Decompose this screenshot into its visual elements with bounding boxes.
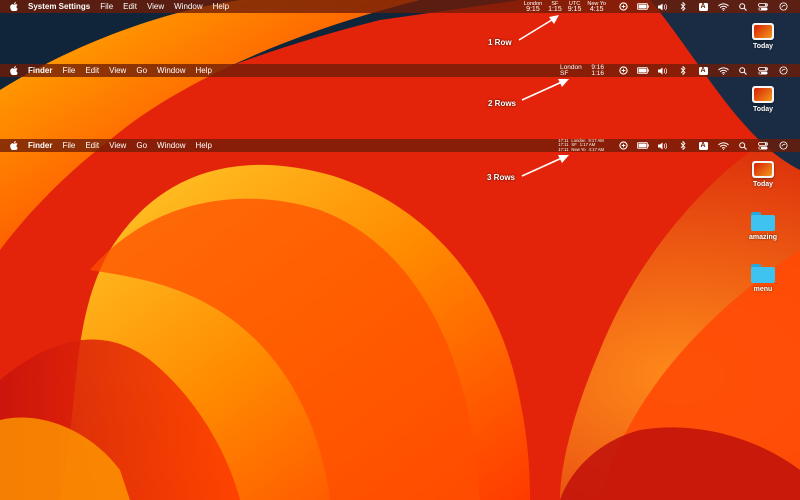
menu-bar-one-row: System Settings File Edit View Window He… [0,0,800,13]
folder-icon [751,212,775,231]
siri-icon[interactable] [774,0,792,13]
apple-menu-icon[interactable] [9,66,19,75]
annotation-one-row: 1 Row [488,38,512,47]
clock-utc: UTC 9:15 [567,0,582,13]
menu-file[interactable]: File [62,64,75,77]
menu-bar-three-rows: Finder File Edit View Go Window Help 17:… [0,138,800,152]
folder-icon [751,264,775,283]
apple-menu-icon[interactable] [9,141,19,150]
bluetooth-icon[interactable] [674,0,692,13]
world-clock-three-rows[interactable]: 17:11 London 9:17 AM 17:11 SF 1:17 AM 17:11 N… [555,138,604,152]
menu-go[interactable]: Go [136,64,147,77]
desktop-folder-menu[interactable]: menu [738,264,788,293]
menu-view[interactable]: View [109,64,126,77]
desktop-folder-amazing[interactable]: amazing [738,212,788,241]
arrow-two-rows [521,79,569,101]
clock-new-york: New Yo 4:15 [587,0,606,13]
annotation-two-rows: 2 Rows [488,99,517,108]
status-icons: A [612,0,792,13]
desktop-item-label: Today [752,43,774,50]
volume-icon[interactable] [654,139,672,152]
wifi-icon[interactable] [714,139,732,152]
desktop-item-label: amazing [748,234,777,241]
menu-edit[interactable]: Edit [85,64,99,77]
menu-edit[interactable]: Edit [123,0,137,13]
menu-bar-two-rows: Finder File Edit View Go Window Help Lon… [0,64,800,77]
app-name[interactable]: System Settings [28,0,90,13]
apple-menu-icon[interactable] [9,2,19,11]
desktop-item-today-1[interactable]: Today [738,23,788,50]
menu-file[interactable]: File [62,139,75,152]
desktop-item-label: Today [752,181,774,188]
arrow-three-rows [521,155,569,177]
search-icon[interactable] [734,64,752,77]
status-icons: A [612,64,792,77]
control-center-icon[interactable] [754,0,772,13]
battery-icon[interactable] [634,139,652,152]
volume-icon[interactable] [654,64,672,77]
desktop-item-today-2[interactable]: Today [738,86,788,113]
menu-view[interactable]: View [147,0,164,13]
control-center-icon[interactable] [754,64,772,77]
wifi-icon[interactable] [714,64,732,77]
photo-thumbnail-icon [752,161,774,178]
clock-sf: SF 1:15 [548,0,562,13]
search-icon[interactable] [734,139,752,152]
menu-help[interactable]: Help [195,139,211,152]
volume-icon[interactable] [654,0,672,13]
menu-window[interactable]: Window [174,0,202,13]
input-source-icon[interactable]: A [694,0,712,13]
battery-icon[interactable] [634,64,652,77]
sync-icon[interactable] [614,0,632,13]
input-source-icon[interactable]: A [694,139,712,152]
app-name[interactable]: Finder [28,64,52,77]
menu-help[interactable]: Help [195,64,211,77]
status-icons: A [612,139,792,152]
input-source-icon[interactable]: A [694,64,712,77]
menu-view[interactable]: View [109,139,126,152]
desktop-item-label: menu [753,286,773,293]
battery-icon[interactable] [634,0,652,13]
sync-icon[interactable] [614,64,632,77]
menu-help[interactable]: Help [213,0,229,13]
search-icon[interactable] [734,0,752,13]
desktop-item-today-3[interactable]: Today [738,161,788,188]
control-center-icon[interactable] [754,139,772,152]
siri-icon[interactable] [774,64,792,77]
menu-edit[interactable]: Edit [85,139,99,152]
siri-icon[interactable] [774,139,792,152]
app-name[interactable]: Finder [28,139,52,152]
menu-window[interactable]: Window [157,64,185,77]
wifi-icon[interactable] [714,0,732,13]
menu-file[interactable]: File [100,0,113,13]
menu-go[interactable]: Go [136,139,147,152]
annotation-three-rows: 3 Rows [487,173,516,182]
bluetooth-icon[interactable] [674,64,692,77]
photo-thumbnail-icon [752,86,774,103]
bluetooth-icon[interactable] [674,139,692,152]
photo-thumbnail-icon [752,23,774,40]
desktop-item-label: Today [752,106,774,113]
clock-london: London 9:15 [523,0,543,13]
sync-icon[interactable] [614,139,632,152]
menu-window[interactable]: Window [157,139,185,152]
arrow-one-row [518,15,559,41]
